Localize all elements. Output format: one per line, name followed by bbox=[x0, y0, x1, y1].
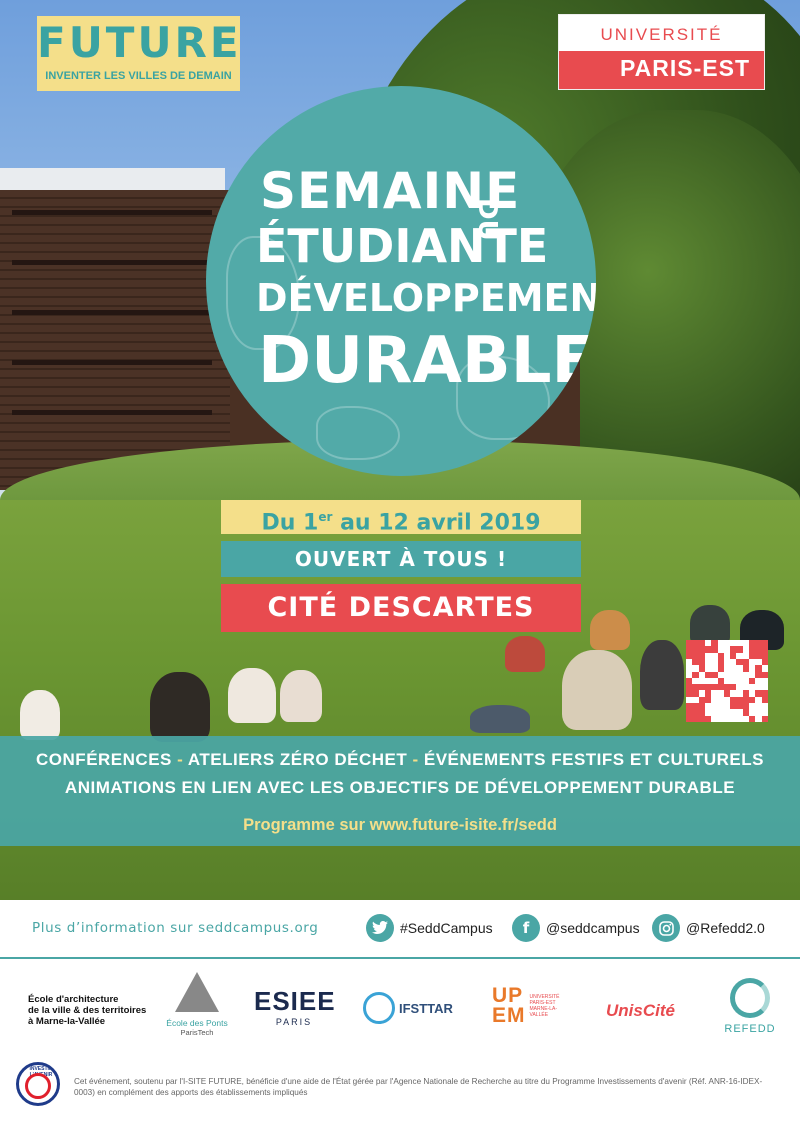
upe-logo: UNIVERSITÉ PARIS-EST bbox=[558, 14, 765, 90]
student bbox=[690, 605, 730, 645]
ifsttar-word: IFSTTAR bbox=[399, 1000, 453, 1016]
location-banner: CITÉ DESCARTES bbox=[221, 584, 581, 632]
partner-refedd: REFEDD bbox=[720, 978, 780, 1035]
future-logo: FUTURE INVENTER LES VILLES DE DEMAIN bbox=[37, 16, 240, 91]
student bbox=[562, 650, 632, 730]
activity-conferences: CONFÉRENCES bbox=[36, 750, 172, 769]
facebook-handle: @seddcampus bbox=[546, 920, 640, 936]
partner-ecole-des-ponts: École des Ponts ParisTech bbox=[162, 972, 232, 1037]
partner-unis-cite: UnisCité bbox=[606, 1001, 675, 1020]
social-row: Plus d’information sur seddcampus.org #S… bbox=[0, 900, 800, 956]
qr-module bbox=[730, 684, 737, 691]
facebook-icon: f bbox=[512, 914, 540, 942]
partner-archi-line: de la ville & des territoires bbox=[28, 1005, 147, 1016]
twitter-link[interactable]: #SeddCampus bbox=[366, 914, 493, 942]
qr-code[interactable] bbox=[686, 640, 768, 722]
facebook-link[interactable]: f @seddcampus bbox=[512, 914, 640, 942]
qr-module bbox=[704, 715, 712, 722]
activity-workshops: ATELIERS ZÉRO DÉCHET bbox=[187, 750, 408, 769]
open-banner: OUVERT À TOUS ! bbox=[221, 541, 581, 577]
seal-ring-icon bbox=[25, 1073, 51, 1099]
upem-word: UP EM bbox=[492, 984, 526, 1027]
divider bbox=[0, 957, 800, 959]
title-line-4: DURABLE bbox=[258, 324, 596, 398]
qr-module bbox=[761, 715, 768, 722]
more-info-link[interactable]: Plus d’information sur seddcampus.org bbox=[32, 920, 318, 936]
info-band: CONFÉRENCES - ATELIERS ZÉRO DÉCHET - ÉVÉ… bbox=[0, 736, 800, 846]
window-row bbox=[12, 310, 212, 315]
window-row bbox=[12, 410, 212, 415]
investir-avenir-seal: INVESTIR L'AVENIR bbox=[16, 1062, 60, 1106]
esiee-sub: PARIS bbox=[275, 1017, 313, 1027]
title-globe: SEMAINE ÉTUDIANTE DU DÉVELOPPEMENT DURAB… bbox=[206, 86, 596, 476]
student bbox=[590, 610, 630, 650]
qr-module bbox=[692, 671, 699, 678]
ponts-name: École des Ponts bbox=[166, 1018, 228, 1028]
upem-bottom: EM bbox=[492, 1004, 526, 1027]
partner-esiee: ESIEE PARIS bbox=[254, 986, 336, 1027]
ponts-sub: ParisTech bbox=[180, 1028, 214, 1037]
partner-archi-line: École d'architecture bbox=[28, 994, 119, 1005]
window-row bbox=[12, 360, 212, 365]
qr-module bbox=[704, 696, 712, 704]
date-prefix: Du 1 bbox=[261, 510, 319, 536]
upe-logo-bottom: PARIS-EST bbox=[620, 55, 750, 81]
student bbox=[228, 668, 276, 723]
qr-module bbox=[742, 665, 750, 672]
esiee-word: ESIEE bbox=[254, 986, 336, 1016]
title-line-2-side: DU bbox=[472, 198, 502, 241]
partner-ecole-architecture: École d'architecture de la ville & des t… bbox=[28, 994, 146, 1027]
upem-top: UP bbox=[492, 984, 524, 1007]
title-line-3: DÉVELOPPEMENT bbox=[256, 276, 596, 320]
instagram-link[interactable]: @Refedd2.0 bbox=[652, 914, 765, 942]
future-logo-tagline: INVENTER LES VILLES DE DEMAIN bbox=[45, 70, 232, 82]
bag bbox=[470, 705, 530, 733]
qr-module bbox=[736, 646, 743, 653]
footer-disclaimer: Cet événement, soutenu par l'I-SITE FUTU… bbox=[74, 1077, 763, 1097]
twitter-handle: #SeddCampus bbox=[400, 920, 493, 936]
globe-continent bbox=[316, 406, 400, 460]
window-row bbox=[12, 260, 212, 265]
upem-sub: UNIVERSITÉ PARIS-EST MARNE-LA-VALLÉE bbox=[529, 994, 560, 1018]
partner-ifsttar: IFSTTAR bbox=[363, 992, 453, 1024]
program-link[interactable]: Programme sur www.future-isite.fr/sedd bbox=[0, 816, 800, 835]
separator: - bbox=[171, 750, 188, 769]
animations-line: ANIMATIONS EN LIEN AVEC LES OBJECTIFS DE… bbox=[64, 778, 736, 797]
qr-module bbox=[749, 677, 756, 685]
ifsttar-mark-icon bbox=[363, 992, 395, 1024]
student bbox=[640, 640, 684, 710]
date-suffix: au 12 avril 2019 bbox=[332, 510, 541, 536]
qr-module bbox=[749, 715, 756, 722]
activities-line: CONFÉRENCES - ATELIERS ZÉRO DÉCHET - ÉVÉ… bbox=[0, 750, 800, 770]
refedd-mark-icon bbox=[730, 978, 770, 1018]
ponts-triangle-icon bbox=[175, 972, 219, 1012]
separator: - bbox=[407, 750, 424, 769]
partner-upem: UP EM UNIVERSITÉ PARIS-EST MARNE-LA-VALL… bbox=[492, 984, 574, 1027]
date-banner: Du 1er au 12 avril 2019 bbox=[221, 500, 581, 536]
student bbox=[150, 672, 210, 742]
qr-module bbox=[761, 658, 768, 666]
student bbox=[505, 636, 545, 672]
activity-events: ÉVÉNEMENTS FESTIFS ET CULTURELS bbox=[423, 750, 764, 769]
student bbox=[280, 670, 322, 722]
qr-module bbox=[761, 696, 768, 704]
instagram-icon bbox=[652, 914, 680, 942]
refedd-word: REFEDD bbox=[724, 1023, 776, 1035]
future-logo-word: FUTURE bbox=[37, 18, 242, 67]
qr-module bbox=[761, 671, 768, 678]
building bbox=[0, 190, 230, 490]
qr-module bbox=[717, 665, 724, 672]
upe-logo-top: UNIVERSITÉ bbox=[600, 25, 723, 44]
partner-archi-line: à Marne-la-Vallée bbox=[28, 1016, 106, 1027]
window-row bbox=[12, 210, 212, 215]
twitter-icon bbox=[366, 914, 394, 942]
qr-module bbox=[749, 696, 756, 704]
instagram-handle: @Refedd2.0 bbox=[686, 920, 765, 936]
date-sup: er bbox=[318, 510, 333, 524]
student bbox=[20, 690, 60, 740]
title-line-2: ÉTUDIANTE bbox=[256, 219, 549, 273]
